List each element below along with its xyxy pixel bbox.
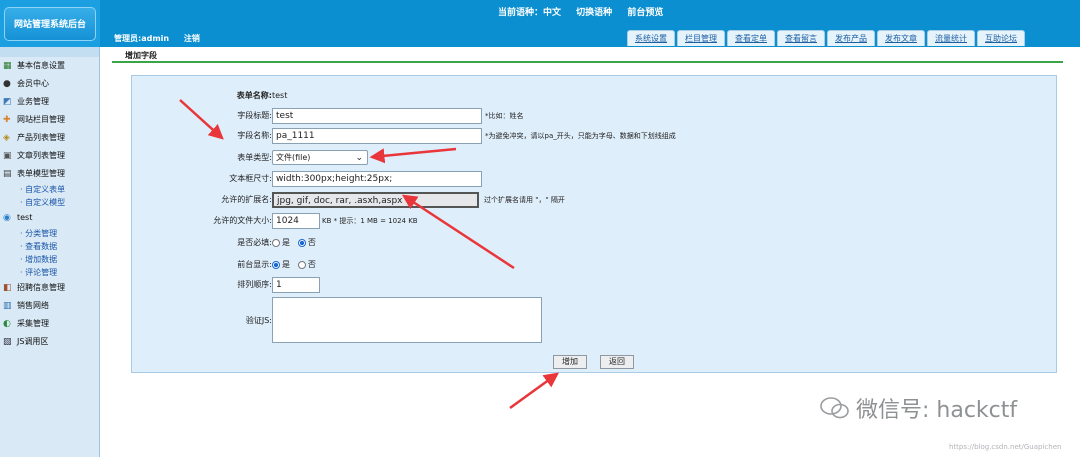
wechat-icon — [820, 397, 849, 419]
arrow-extension — [401, 194, 515, 270]
watermark-url: https://blog.csdn.net/Guapichen — [949, 443, 1062, 451]
arrow-add-button — [509, 372, 560, 410]
annotation-arrows — [179, 99, 560, 410]
watermark-text: 微信号: hackctf — [856, 398, 1018, 423]
arrow-form-type — [369, 147, 457, 164]
arrow-field-name — [179, 99, 224, 140]
